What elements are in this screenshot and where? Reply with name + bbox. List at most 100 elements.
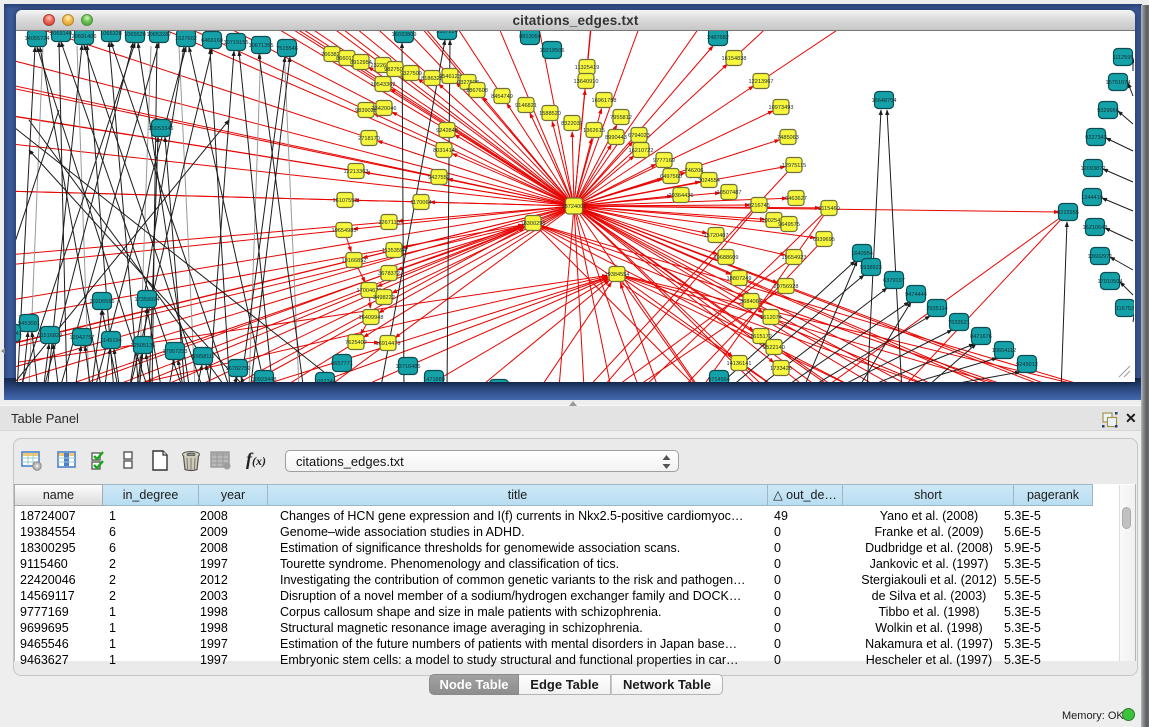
svg-text:12942757: 12942757 [70,335,95,341]
svg-text:1640954: 1640954 [851,251,873,257]
svg-text:10543362: 10543362 [371,82,396,88]
svg-text:116753: 116753 [1116,306,1134,312]
svg-text:1471680: 1471680 [423,377,445,382]
svg-text:8912954: 8912954 [350,60,372,66]
svg-text:9453001: 9453001 [18,321,40,327]
svg-text:16210643: 16210643 [1083,225,1108,231]
svg-text:15751074: 15751074 [1106,80,1131,86]
svg-text:13716485: 13716485 [396,364,421,370]
svg-text:17957253: 17957253 [163,349,188,355]
svg-text:2522140: 2522140 [763,345,785,351]
svg-text:18300295: 18300295 [521,221,546,227]
svg-text:9777169: 9777169 [653,158,675,164]
svg-text:19654923: 19654923 [782,255,807,261]
svg-text:8322037: 8322037 [561,121,583,127]
svg-text:10719155: 10719155 [224,40,249,46]
svg-text:8215955: 8215955 [1057,210,1079,216]
svg-text:16914479: 16914479 [376,341,401,347]
svg-text:9242848: 9242848 [436,128,458,134]
svg-text:20756928: 20756928 [774,284,799,290]
svg-text:14136141: 14136141 [727,361,752,367]
svg-text:10653287: 10653287 [147,32,172,38]
svg-text:1527602: 1527602 [175,36,197,42]
svg-text:1112595: 1112595 [1113,55,1134,61]
svg-text:1170064: 1170064 [410,200,431,206]
svg-text:18807249: 18807249 [727,276,752,282]
svg-text:7625402: 7625402 [345,340,367,346]
svg-text:8216745: 8216745 [748,203,770,209]
svg-text:20364436: 20364436 [669,193,694,199]
svg-text:8813054: 8813054 [519,34,541,40]
svg-text:2935114: 2935114 [926,306,947,312]
svg-text:7485063: 7485063 [777,135,799,141]
svg-text:6497568: 6497568 [660,174,682,180]
svg-text:9245012: 9245012 [1016,362,1038,368]
svg-text:10654112: 10654112 [992,348,1016,354]
svg-text:8471676: 8471676 [970,334,992,340]
svg-text:10958117: 10958117 [191,354,215,360]
svg-text:14055724: 14055724 [25,36,50,42]
svg-text:19384554: 19384554 [605,272,630,278]
svg-text:3915941: 3915941 [16,331,22,337]
svg-text:5938923: 5938923 [860,265,882,271]
svg-text:20691406: 20691406 [72,34,97,40]
svg-text:12213967: 12213967 [749,79,774,85]
svg-text:13640910: 13640910 [574,79,599,85]
svg-text:8990443: 8990443 [605,135,627,141]
svg-text:2069140: 2069140 [50,31,72,37]
svg-text:11353594: 11353594 [382,248,406,254]
svg-text:1092344: 1092344 [314,379,336,382]
svg-text:2718170: 2718170 [358,136,380,142]
svg-text:9357224: 9357224 [436,31,458,35]
svg-text:9649575: 9649575 [778,222,800,228]
svg-text:10973493: 10973493 [769,105,794,111]
svg-text:13692971: 13692971 [1088,254,1113,260]
svg-text:9327509: 9327509 [400,71,422,77]
svg-text:3267110: 3267110 [378,220,399,226]
svg-text:12505135: 12505135 [131,343,156,349]
svg-text:11516829: 11516829 [38,333,62,339]
svg-text:15720407: 15720407 [704,233,729,239]
svg-text:16033809: 16033809 [392,32,417,38]
svg-text:12975115: 12975115 [782,163,806,169]
svg-text:9657771: 9657771 [331,361,353,367]
svg-text:1362615: 1362615 [583,128,605,134]
svg-text:16648754: 16648754 [872,98,897,104]
svg-text:16154838: 16154838 [722,56,747,62]
svg-text:2487682: 2487682 [707,35,729,41]
svg-text:16107552: 16107552 [333,198,358,204]
svg-text:16961758: 16961758 [592,98,617,104]
svg-text:12213363: 12213363 [344,169,369,175]
svg-text:7955812: 7955812 [610,115,632,121]
svg-text:23420046: 23420046 [372,106,397,112]
svg-text:1588520: 1588520 [539,111,561,117]
svg-text:7632621: 7632621 [948,320,970,326]
svg-text:16409948: 16409948 [359,315,384,321]
svg-text:2867608: 2867608 [466,88,488,94]
svg-text:19166852: 19166852 [342,258,367,264]
svg-text:9329966: 9329966 [1097,108,1119,114]
svg-text:3684067: 3684067 [740,299,762,305]
svg-text:9474444: 9474444 [905,292,927,298]
svg-text:10671355: 10671355 [249,43,274,49]
svg-text:9463627: 9463627 [785,196,807,202]
svg-text:3678372: 3678372 [378,271,400,277]
svg-text:16210722: 16210722 [629,148,654,154]
svg-text:20053346: 20053346 [149,126,174,132]
svg-text:10507487: 10507487 [717,190,742,196]
svg-text:1733426: 1733426 [770,366,792,372]
svg-text:746206: 746206 [685,168,704,174]
svg-text:1244419: 1244419 [1081,195,1103,201]
svg-text:8031414: 8031414 [433,148,455,154]
svg-text:1145194: 1145194 [100,338,121,344]
svg-text:9227343: 9227343 [1085,135,1107,141]
svg-text:3498222: 3498222 [373,295,395,301]
svg-text:6939695: 6939695 [813,237,835,243]
svg-text:9714564: 9714564 [708,377,730,382]
svg-text:10923448: 10923448 [252,377,277,382]
svg-text:19218506: 19218506 [540,48,565,54]
svg-text:7515546: 7515546 [276,46,298,52]
svg-text:6379197: 6379197 [883,278,905,284]
svg-text:6794023: 6794023 [628,133,650,139]
svg-text:1065328: 1065328 [100,31,122,37]
